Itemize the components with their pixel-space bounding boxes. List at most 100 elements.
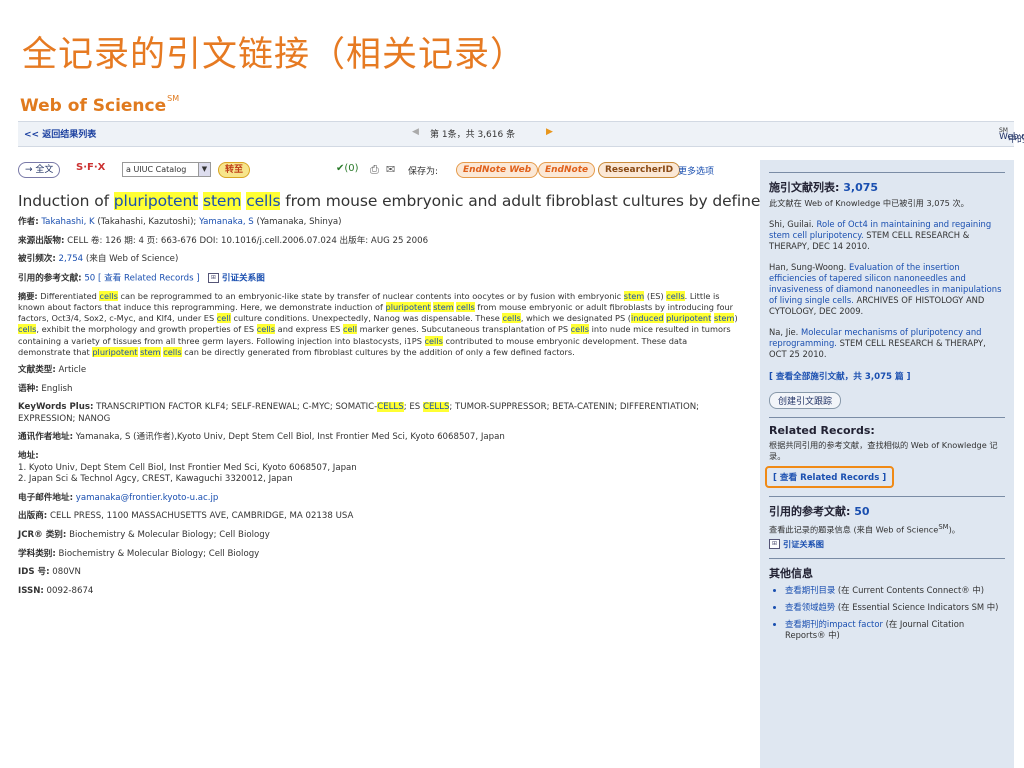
- abstract-highlight: cells: [424, 335, 443, 346]
- description-text: )。: [948, 524, 960, 535]
- abstract-highlight: cells: [256, 324, 276, 335]
- save-as-label: 保存为:: [408, 167, 439, 177]
- logo-text: Web of Science: [20, 96, 167, 116]
- article-title: Induction of pluripotent stem cells from…: [18, 192, 828, 210]
- jcr-category-value: Biochemistry & Molecular Biology; Cell B…: [66, 530, 270, 541]
- abstract-highlight: stem: [140, 346, 161, 357]
- email-icon[interactable]: ✉: [386, 163, 395, 176]
- reprint-address-value: Yamanaka, S (通讯作者),Kyoto Univ, Dept Stem…: [73, 432, 505, 443]
- view-related-records-button[interactable]: [ 查看 Related Records ]: [765, 466, 895, 488]
- cited-refs-count-link[interactable]: 50: [854, 505, 869, 518]
- abstract-highlight: stem: [433, 302, 454, 313]
- issn-field: ISSN: 0092-8674: [18, 586, 740, 598]
- other-info-link[interactable]: 查看期刊目录: [785, 585, 835, 595]
- jcr-category-field: JCR® 类别: Biochemistry & Molecular Biolog…: [18, 530, 740, 542]
- other-info-link[interactable]: 查看领域趋势: [785, 602, 835, 612]
- related-records-heading: Related Records:: [769, 424, 875, 437]
- catalog-select[interactable]: a UIUC Catalog ▼: [122, 162, 211, 177]
- title-highlight: cells: [246, 192, 281, 210]
- author-fullname: (Yamanaka, Shinya): [253, 217, 342, 227]
- other-info-item[interactable]: 查看领域趋势 (在 Essential Science Indicators S…: [785, 602, 1005, 613]
- field-label: 地址:: [18, 451, 39, 462]
- heading-label: 施引文献列表:: [769, 181, 840, 194]
- times-cited-suffix: (来自 Web of Science): [83, 254, 179, 265]
- other-info-source: (在 Current Contents Connect® 中): [835, 584, 984, 595]
- marked-list-button[interactable]: ✔(0): [336, 163, 359, 174]
- keywords-highlight: CELLS: [377, 402, 404, 413]
- title-highlight: stem: [202, 192, 242, 210]
- other-info-item[interactable]: 查看期刊目录 (在 Current Contents Connect® 中): [785, 585, 1005, 596]
- divider: [769, 417, 1005, 418]
- other-info-item[interactable]: 查看期刊的impact factor (在 Journal Citation R…: [785, 619, 1005, 641]
- citation-map-icon[interactable]: ⊞: [207, 272, 219, 283]
- description-text: 查看此记录的题录信息 (来自 Web of Science: [769, 524, 939, 535]
- abstract-text: , which we designated PS (: [520, 313, 631, 324]
- fulltext-button[interactable]: → 全文: [18, 162, 61, 178]
- print-icon[interactable]: ⎙: [370, 163, 379, 177]
- doctype-field: 文献类型: Article: [18, 365, 740, 377]
- author-link[interactable]: Yamanaka, S: [199, 217, 254, 227]
- related-description: 根据共同引用的参考文献，查找相似的 Web of Knowledge 记录。: [769, 440, 998, 461]
- view-related-records-link[interactable]: [ 查看 Related Records ]: [98, 273, 200, 283]
- other-info-link[interactable]: 查看期刊的impact factor: [785, 619, 883, 629]
- citation-map-icon[interactable]: ⊞: [769, 539, 780, 550]
- keywords-highlight: CELLS: [422, 402, 450, 413]
- author-link[interactable]: Takahashi, K: [41, 217, 94, 227]
- citation-map-link[interactable]: 引证关系图: [222, 273, 265, 283]
- email-link[interactable]: yamanaka@frontier.kyoto-u.ac.jp: [76, 493, 219, 503]
- sfx-link[interactable]: S·F·X: [76, 162, 105, 173]
- citing-article-item: Han, Sung-Woong. Evaluation of the inser…: [769, 262, 1005, 317]
- citation-map-link[interactable]: 引证关系图: [783, 539, 824, 549]
- other-info-heading: 其他信息: [769, 566, 813, 580]
- logo-sup: SM: [167, 94, 180, 103]
- next-record-icon[interactable]: ▶: [546, 127, 553, 137]
- view-all-citing-link[interactable]: [ 查看全部施引文献，共 3,075 篇 ]: [769, 370, 1005, 382]
- record-main: → 全文 S·F·X a UIUC Catalog ▼ 转至 ✔(0) ⎙ ✉ 保…: [18, 160, 828, 598]
- web-of-science-logo[interactable]: Web of ScienceSM: [20, 94, 180, 116]
- authors-field: 作者: Takahashi, K (Takahashi, Kazutoshi);…: [18, 217, 740, 229]
- record-source-label: Web of Science SM 中的记录: [999, 127, 1024, 145]
- field-label: IDS 号:: [18, 567, 50, 578]
- other-info-list: 查看期刊目录 (在 Current Contents Connect® 中)查看…: [769, 585, 1005, 641]
- source-value: CELL 卷: 126 期: 4 页: 663-676 DOI: 10.1016…: [64, 235, 429, 246]
- cited-refs-link[interactable]: 50: [84, 273, 95, 283]
- citing-author: Shi, Guilai.: [769, 219, 817, 229]
- abstract-text: Differentiated: [37, 290, 100, 301]
- field-label: 摘要:: [18, 290, 38, 301]
- address-line: 2. Japan Sci & Technol Agcy, CREST, Kawa…: [18, 474, 293, 485]
- citation-map-row: ⊞ 引证关系图: [769, 539, 1005, 550]
- record-pager-text: 第 1条，共 3,616 条: [430, 130, 516, 140]
- other-info-source: (在 Essential Science Indicators SM 中): [835, 601, 999, 612]
- field-label: KeyWords Plus:: [18, 402, 94, 413]
- cited-refs-description: 查看此记录的题录信息 (来自 Web of ScienceSM)。: [769, 522, 1005, 536]
- divider: [769, 172, 1005, 173]
- field-label: 文献类型:: [18, 365, 56, 376]
- prev-record-icon[interactable]: ◀: [412, 127, 419, 137]
- more-options-link[interactable]: 更多选项: [678, 164, 714, 177]
- publisher-field: 出版商: CELL PRESS, 1100 MASSACHUSETTS AVE,…: [18, 511, 740, 523]
- divider: [769, 557, 1005, 559]
- field-label: 通讯作者地址:: [18, 432, 73, 443]
- description-sup: SM: [938, 523, 949, 531]
- goto-button[interactable]: 转至: [218, 162, 251, 178]
- navigation-bar: << 返回结果列表 ◀ 第 1条，共 3,616 条 ▶ Web of Scie…: [18, 121, 1024, 147]
- researcherid-button[interactable]: ResearcherID: [598, 162, 681, 178]
- times-cited-link[interactable]: 2,754: [59, 254, 84, 264]
- citing-count-link[interactable]: 3,075: [843, 181, 878, 194]
- endnote-web-button[interactable]: EndNote Web: [456, 162, 539, 178]
- abstract-text: , exhibit the morphology and growth prop…: [36, 324, 257, 335]
- address-line: 1. Kyoto Univ, Dept Stem Cell Biol, Inst…: [18, 462, 357, 473]
- record-toolbar: → 全文 S·F·X a UIUC Catalog ▼ 转至 ✔(0) ⎙ ✉ 保…: [18, 160, 740, 180]
- heading-label: 引用的参考文献:: [769, 505, 851, 518]
- citing-articles-heading: 施引文献列表: 3,075: [769, 179, 1005, 195]
- slide-title: 全记录的引文链接（相关记录）: [22, 35, 527, 75]
- citing-list: Shi, Guilai. Role of Oct4 in maintaining…: [769, 219, 1005, 360]
- title-text: Induction of: [18, 192, 114, 210]
- back-to-results-link[interactable]: << 返回结果列表: [24, 127, 96, 140]
- abstract-highlight: pluripotent: [666, 313, 712, 324]
- endnote-button[interactable]: EndNote: [538, 162, 596, 178]
- cited-refs-heading: 引用的参考文献: 50: [769, 503, 1005, 519]
- source-field: 来源出版物: CELL 卷: 126 期: 4 页: 663-676 DOI: …: [18, 236, 740, 248]
- title-highlight: pluripotent: [113, 192, 199, 210]
- create-citation-alert-button[interactable]: 创建引文跟踪: [769, 392, 842, 409]
